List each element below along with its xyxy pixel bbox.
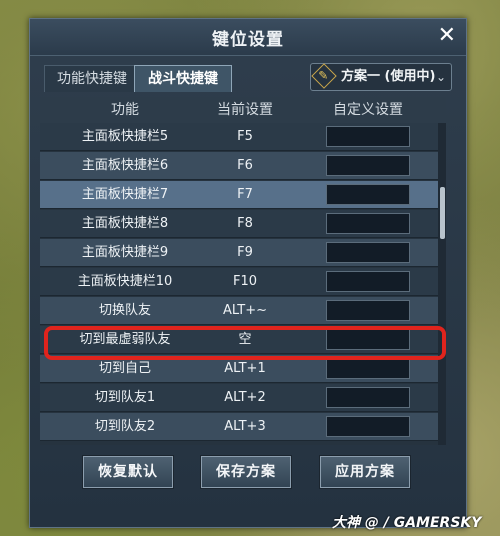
current-key: F7 <box>237 187 253 202</box>
restore-default-button[interactable]: 恢复默认 <box>83 456 173 488</box>
custom-key-input[interactable] <box>326 358 410 379</box>
custom-key-input[interactable] <box>326 387 410 408</box>
current-key: ALT+2 <box>224 390 266 405</box>
scrollbar-thumb[interactable] <box>440 187 445 239</box>
highlight-annotation <box>44 326 446 360</box>
custom-key-input[interactable] <box>326 126 410 147</box>
custom-key-input[interactable] <box>326 184 410 205</box>
scheme-label: 方案一 (使用中) <box>341 69 436 84</box>
current-key: ALT+3 <box>224 419 266 434</box>
function-name: 主面板快捷栏6 <box>81 158 169 173</box>
function-name: 切换队友 <box>98 303 151 318</box>
function-name: 切到队友1 <box>94 390 156 405</box>
current-key: ALT+~ <box>222 303 268 318</box>
custom-key-input[interactable] <box>326 271 410 292</box>
scheme-dropdown[interactable]: ✎ 方案一 (使用中) ⌄ <box>310 63 452 91</box>
dialog-title: 键位设置 <box>212 30 284 50</box>
table-row[interactable]: 主面板快捷栏7 F7 <box>40 181 438 209</box>
table-row[interactable]: 切到队友2 ALT+3 <box>40 413 438 441</box>
keybinding-dialog: 键位设置 ✕ 功能快捷键 战斗快捷键 ✎ 方案一 (使用中) ⌄ 功能 当前设置… <box>29 18 467 528</box>
custom-key-input[interactable] <box>326 155 410 176</box>
column-header-custom: 自定义设置 <box>333 102 403 118</box>
pencil-edit-icon[interactable]: ✎ <box>311 63 337 89</box>
custom-key-input[interactable] <box>326 242 410 263</box>
table-row[interactable]: 主面板快捷栏9 F9 <box>40 239 438 267</box>
apply-scheme-button[interactable]: 应用方案 <box>320 456 410 488</box>
table-row[interactable]: 主面板快捷栏5 F5 <box>40 123 438 151</box>
function-name: 切到队友2 <box>94 419 156 434</box>
tab-combat-shortcuts[interactable]: 战斗快捷键 <box>134 65 232 92</box>
function-name: 主面板快捷栏9 <box>81 245 169 260</box>
chevron-down-icon: ⌄ <box>435 70 446 84</box>
current-key: F9 <box>237 245 253 260</box>
keybinding-list: 主面板快捷栏5 F5 主面板快捷栏6 F6 主面板快捷栏7 F7 主面板快捷栏8… <box>40 123 446 445</box>
function-name: 主面板快捷栏7 <box>81 187 169 202</box>
column-header-current: 当前设置 <box>217 102 273 118</box>
close-icon[interactable]: ✕ <box>438 23 456 49</box>
column-header-function: 功能 <box>111 102 139 118</box>
current-key: F6 <box>237 158 253 173</box>
function-name: 主面板快捷栏8 <box>81 216 169 231</box>
current-key: F10 <box>232 274 258 289</box>
watermark: 大神 @ / GAMERSKY <box>332 515 482 531</box>
table-row[interactable]: 切换队友 ALT+~ <box>40 297 438 325</box>
custom-key-input[interactable] <box>326 300 410 321</box>
title-bar: 键位设置 ✕ <box>30 19 466 56</box>
current-key: F5 <box>237 129 253 144</box>
save-scheme-button[interactable]: 保存方案 <box>201 456 291 488</box>
table-row[interactable]: 主面板快捷栏8 F8 <box>40 210 438 238</box>
table-header: 功能 当前设置 自定义设置 <box>40 97 446 123</box>
table-row[interactable]: 主面板快捷栏6 F6 <box>40 152 438 180</box>
function-name: 主面板快捷栏5 <box>81 129 169 144</box>
current-key: F8 <box>237 216 253 231</box>
function-name: 主面板快捷栏10 <box>77 274 173 289</box>
tab-function-shortcuts[interactable]: 功能快捷键 <box>44 65 140 92</box>
custom-key-input[interactable] <box>326 213 410 234</box>
table-row[interactable]: 主面板快捷栏10 F10 <box>40 268 438 296</box>
table-row[interactable]: 切到队友1 ALT+2 <box>40 384 438 412</box>
scrollbar-track[interactable] <box>438 123 446 445</box>
custom-key-input[interactable] <box>326 416 410 437</box>
